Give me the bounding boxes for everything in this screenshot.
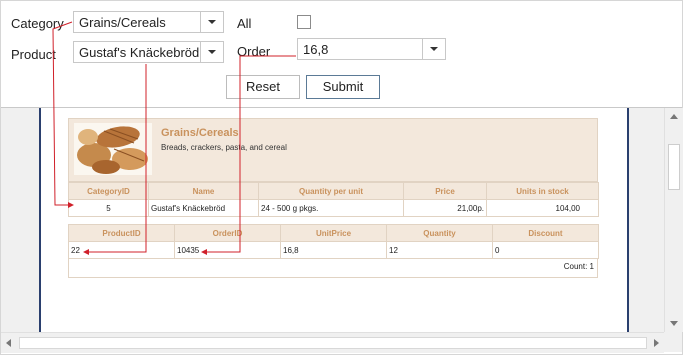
report-body: Grains/Cereals Breads, crackers, pasta, … (68, 118, 599, 278)
vertical-scrollbar[interactable] (664, 108, 683, 332)
order-combo[interactable]: 16,8 (297, 38, 446, 60)
category-dropdown-button[interactable] (200, 12, 223, 32)
scrollbar-corner (664, 332, 682, 352)
count-footer: Count: 1 (68, 259, 598, 278)
column-header: CategoryID (68, 182, 149, 200)
reset-button[interactable]: Reset (226, 75, 300, 99)
category-name: Grains/Cereals (161, 127, 239, 139)
product-dropdown-button[interactable] (200, 42, 223, 62)
order-value: 16,8 (303, 42, 329, 57)
column-header: OrderID (174, 224, 281, 242)
product-table: CategoryID Name Quantity per unit Price … (68, 182, 599, 217)
scroll-up-icon[interactable] (670, 114, 678, 119)
table-cell: 104,00 (486, 199, 599, 217)
report-page: Grains/Cereals Breads, crackers, pasta, … (39, 108, 629, 332)
table-cell: 5 (68, 199, 149, 217)
scroll-left-icon[interactable] (6, 339, 11, 347)
table-cell: 0 (492, 241, 599, 259)
order-dropdown-button[interactable] (422, 39, 445, 59)
column-header: UnitPrice (280, 224, 387, 242)
horizontal-scroll-thumb[interactable] (19, 337, 647, 349)
all-checkbox[interactable] (297, 15, 311, 29)
category-combo[interactable]: Grains/Cereals (73, 11, 224, 33)
column-header: Quantity per unit (258, 182, 404, 200)
category-description: Breads, crackers, pasta, and cereal (161, 143, 287, 152)
table-row: 5 Gustaf's Knäckebröd 24 - 500 g pkgs. 2… (68, 199, 599, 217)
column-header: Quantity (386, 224, 493, 242)
report-preview-area[interactable]: Grains/Cereals Breads, crackers, pasta, … (1, 108, 664, 332)
category-header: Grains/Cereals Breads, crackers, pasta, … (68, 118, 598, 182)
order-details-table: ProductID OrderID UnitPrice Quantity Dis… (68, 224, 599, 259)
product-value: Gustaf's Knäckebröd (79, 45, 200, 60)
order-label: Order (237, 44, 271, 59)
table-cell: 16,8 (280, 241, 387, 259)
table-cell: 22 (68, 241, 175, 259)
table-cell: 10435 (174, 241, 281, 259)
table-cell: 21,00р. (403, 199, 487, 217)
product-combo[interactable]: Gustaf's Knäckebröd (73, 41, 224, 63)
product-label: Product (11, 47, 56, 62)
table-cell: 12 (386, 241, 493, 259)
column-header: ProductID (68, 224, 175, 242)
vertical-scroll-thumb[interactable] (668, 144, 680, 190)
parameters-panel: Category Grains/Cereals All Product Gust… (1, 1, 682, 108)
column-header: Name (148, 182, 259, 200)
column-header: Price (403, 182, 487, 200)
chevron-down-icon (208, 20, 216, 24)
scroll-right-icon[interactable] (654, 339, 659, 347)
column-header: Units in stock (486, 182, 599, 200)
table-cell: Gustaf's Knäckebröd (148, 199, 259, 217)
table-row: 22 10435 16,8 12 0 (68, 241, 599, 259)
category-picture (74, 123, 152, 175)
category-label: Category (11, 16, 64, 31)
category-value: Grains/Cereals (79, 15, 166, 30)
scroll-down-icon[interactable] (670, 321, 678, 326)
chevron-down-icon (208, 50, 216, 54)
horizontal-scrollbar[interactable] (1, 332, 664, 353)
chevron-down-icon (430, 47, 438, 51)
submit-button[interactable]: Submit (306, 75, 380, 99)
all-label: All (237, 16, 252, 31)
column-header: Discount (492, 224, 599, 242)
table-cell: 24 - 500 g pkgs. (258, 199, 404, 217)
